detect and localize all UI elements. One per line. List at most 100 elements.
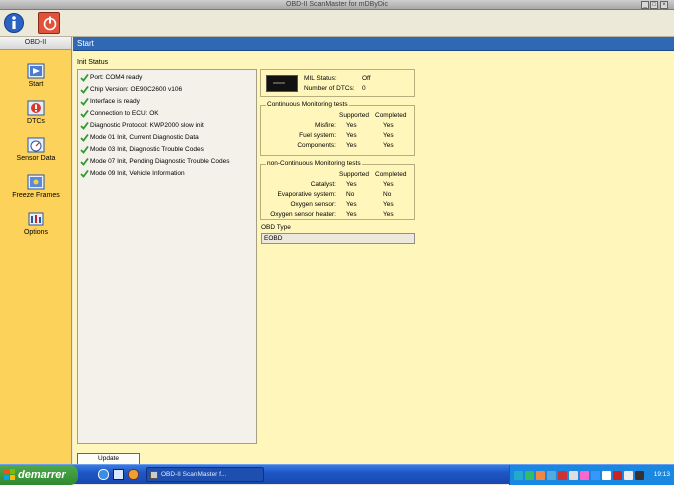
- init-status-list: Port: COM4 ready Chip Version: OE90C2600 …: [77, 69, 257, 444]
- page-title: Start: [73, 37, 674, 51]
- checkmark-icon: [80, 97, 89, 106]
- window-titlebar: OBD-II ScanMaster for mDByDic _ □ ×: [0, 0, 674, 10]
- tray-app-icon[interactable]: [602, 471, 611, 480]
- tray-app-icon[interactable]: [635, 471, 644, 480]
- start-label: demarrer: [18, 469, 66, 481]
- tray-app-icon[interactable]: [558, 471, 567, 480]
- tray-app-icon[interactable]: [580, 471, 589, 480]
- monitor-test-label: Evaporative system:: [277, 191, 336, 198]
- mil-status-value: Off: [362, 75, 371, 82]
- monitor-test-label: Fuel system:: [299, 132, 336, 139]
- checkmark-icon: [80, 85, 89, 94]
- sidebar-item-label: Freeze Frames: [12, 192, 60, 199]
- sidebar-item-start[interactable]: Start: [0, 63, 72, 88]
- init-status-text: Mode 01 Init, Current Diagnostic Data: [90, 134, 199, 141]
- show-desktop-icon[interactable]: [113, 469, 124, 480]
- taskbar-app-button[interactable]: OBD-II ScanMaster f...: [146, 467, 264, 482]
- dtc-icon: [27, 100, 45, 116]
- browser-icon[interactable]: [98, 469, 109, 480]
- monitor-test-label: Oxygen sensor heater:: [270, 211, 336, 218]
- init-status-text: Mode 07 Init, Pending Diagnostic Trouble…: [90, 158, 230, 165]
- tray-app-icon[interactable]: [569, 471, 578, 480]
- sidebar-item-label: DTCs: [27, 118, 45, 125]
- close-button[interactable]: ×: [660, 1, 668, 9]
- init-status-item: Connection to ECU: OK: [80, 108, 254, 120]
- main-panel: Start Init Status Port: COM4 ready Chip V…: [73, 37, 674, 465]
- completed-header: Completed: [375, 171, 407, 178]
- obd-type-field: EOBD: [261, 233, 415, 244]
- maximize-button[interactable]: □: [650, 1, 658, 9]
- init-status-text: Connection to ECU: OK: [90, 110, 159, 117]
- monitor-test-label: Oxygen sensor:: [290, 201, 336, 208]
- tray-app-icon[interactable]: [547, 471, 556, 480]
- sidebar-item-sensor-data[interactable]: Sensor Data: [0, 137, 72, 162]
- supported-value: Yes: [346, 211, 357, 218]
- mil-indicator: [266, 75, 298, 92]
- windows-flag-icon: [4, 469, 15, 480]
- options-icon: [28, 212, 44, 226]
- toolbar: [0, 10, 674, 37]
- checkmark-icon: [80, 169, 89, 178]
- monitor-test-label: Components:: [297, 142, 336, 149]
- completed-value: No: [383, 191, 392, 198]
- start-button[interactable]: demarrer: [0, 465, 78, 485]
- init-status-item: Mode 03 Init, Diagnostic Trouble Codes: [80, 144, 254, 156]
- init-status-text: Mode 09 Init, Vehicle Information: [90, 170, 185, 177]
- continuous-monitoring-title: Continuous Monitoring tests: [266, 101, 349, 108]
- checkmark-icon: [80, 145, 89, 154]
- init-status-title: Init Status: [77, 59, 109, 66]
- sidebar-item-dtcs[interactable]: DTCs: [0, 100, 72, 125]
- checkmark-icon: [80, 157, 89, 166]
- mil-status-label: MIL Status:: [304, 75, 337, 82]
- volume-icon[interactable]: [624, 471, 633, 480]
- init-status-item: Mode 09 Init, Vehicle Information: [80, 168, 254, 180]
- sidebar: OBD-II Start DTCs Sensor Data Freeze Fra…: [0, 37, 72, 464]
- non-continuous-monitoring-title: non-Continuous Monitoring tests: [266, 160, 362, 167]
- power-icon: [43, 16, 57, 31]
- tray-app-icon[interactable]: [613, 471, 622, 480]
- init-status-item: Chip Version: OE90C2600 v106: [80, 84, 254, 96]
- completed-value: Yes: [383, 201, 394, 208]
- init-status-item: Diagnostic Protocol: KWP2000 slow init: [80, 120, 254, 132]
- completed-value: Yes: [383, 122, 394, 129]
- sidebar-item-freeze-frames[interactable]: Freeze Frames: [0, 174, 72, 199]
- monitor-test-label: Catalyst:: [310, 181, 336, 188]
- init-status-text: Port: COM4 ready: [90, 74, 143, 81]
- supported-value: Yes: [346, 181, 357, 188]
- init-status-item: Mode 07 Init, Pending Diagnostic Trouble…: [80, 156, 254, 168]
- continuous-monitoring-panel: Continuous Monitoring tests Supported Co…: [260, 101, 415, 156]
- tray-app-icon[interactable]: [525, 471, 534, 480]
- completed-header: Completed: [375, 112, 407, 119]
- init-status-text: Mode 03 Init, Diagnostic Trouble Codes: [90, 146, 204, 153]
- sidebar-header: OBD-II: [0, 37, 71, 50]
- supported-value: Yes: [346, 132, 357, 139]
- supported-value: Yes: [346, 122, 357, 129]
- mil-panel: MIL Status: Off Number of DTCs: 0: [260, 69, 415, 97]
- window-title: OBD-II ScanMaster for mDByDic: [286, 1, 388, 8]
- tray-app-icon[interactable]: [536, 471, 545, 480]
- network-icon[interactable]: [514, 471, 523, 480]
- clock: 19:13: [653, 471, 670, 478]
- power-button[interactable]: [38, 12, 60, 34]
- sidebar-item-label: Options: [23, 229, 49, 236]
- sensor-data-icon: [27, 137, 45, 153]
- sidebar-item-label: Sensor Data: [16, 155, 56, 162]
- sidebar-item-options[interactable]: Options: [0, 211, 72, 236]
- dtc-count-value: 0: [362, 85, 366, 92]
- info-button[interactable]: [3, 12, 25, 34]
- checkmark-icon: [80, 121, 89, 130]
- supported-value: No: [346, 191, 355, 198]
- monitor-test-label: Misfire:: [315, 122, 336, 129]
- init-status-text: Chip Version: OE90C2600 v106: [90, 86, 183, 93]
- completed-value: Yes: [383, 142, 394, 149]
- minimize-button[interactable]: _: [641, 1, 649, 9]
- init-status-item: Interface is ready: [80, 96, 254, 108]
- completed-value: Yes: [383, 211, 394, 218]
- init-status-text: Diagnostic Protocol: KWP2000 slow init: [90, 122, 204, 129]
- app-icon: [150, 471, 158, 479]
- tray-app-icon[interactable]: [591, 471, 600, 480]
- media-player-icon[interactable]: [128, 469, 139, 480]
- checkmark-icon: [80, 109, 89, 118]
- freeze-frames-icon: [27, 174, 45, 190]
- supported-value: Yes: [346, 201, 357, 208]
